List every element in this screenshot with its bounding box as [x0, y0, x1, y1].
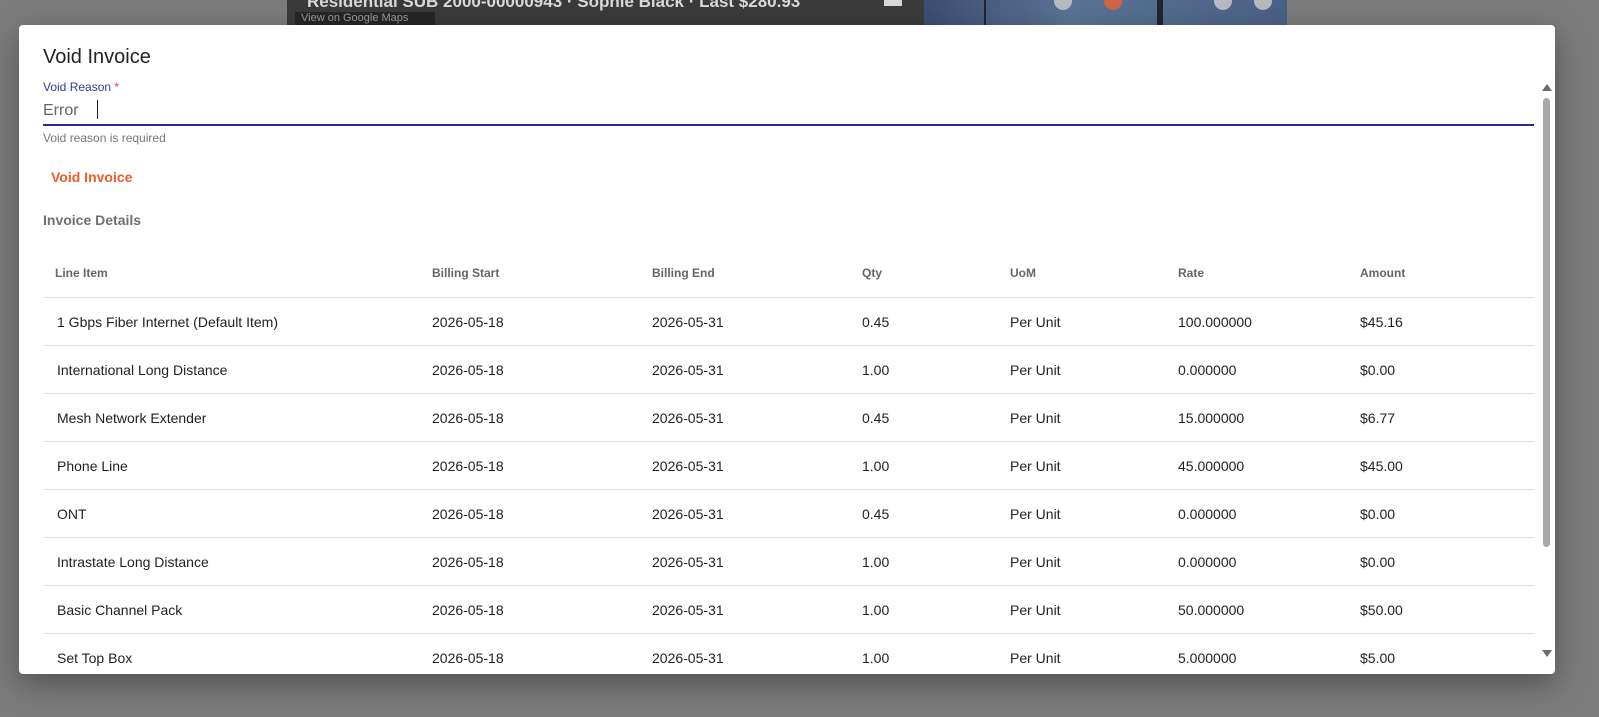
cell-rate: 0.000000: [1178, 537, 1360, 586]
cell-billing-end: 2026-05-31: [652, 585, 862, 634]
void-reason-label-text: Void Reason: [43, 80, 112, 94]
cell-rate: 100.000000: [1178, 297, 1360, 346]
cell-uom: Per Unit: [1010, 489, 1178, 538]
cell-billing-end: 2026-05-31: [652, 297, 862, 346]
cell-line-item: Phone Line: [43, 441, 432, 490]
cell-rate: 0.000000: [1178, 489, 1360, 538]
cell-qty: 1.00: [862, 345, 1010, 394]
table-row: 1 Gbps Fiber Internet (Default Item) 202…: [43, 297, 1534, 346]
cell-amount: $6.77: [1360, 393, 1534, 442]
cell-line-item: Intrastate Long Distance: [43, 537, 432, 586]
column-header-rate[interactable]: Rate: [1178, 249, 1360, 298]
cell-billing-start: 2026-05-18: [432, 537, 652, 586]
cell-uom: Per Unit: [1010, 393, 1178, 442]
column-header-amount[interactable]: Amount: [1360, 249, 1534, 298]
cell-qty: 0.45: [862, 489, 1010, 538]
cell-rate: 0.000000: [1178, 345, 1360, 394]
cell-rate: 50.000000: [1178, 585, 1360, 634]
cell-uom: Per Unit: [1010, 585, 1178, 634]
table-row: Set Top Box 2026-05-18 2026-05-31 1.00 P…: [43, 633, 1534, 674]
scrollbar-thumb[interactable]: [1543, 98, 1550, 547]
invoice-details-heading: Invoice Details: [43, 212, 142, 228]
required-marker: *: [114, 80, 120, 94]
cell-uom: Per Unit: [1010, 297, 1178, 346]
column-header-line-item[interactable]: Line Item: [43, 249, 432, 298]
background-icon: [1214, 0, 1232, 10]
cell-amount: $45.00: [1360, 441, 1534, 490]
cell-line-item: ONT: [43, 489, 432, 538]
cell-amount: $50.00: [1360, 585, 1534, 634]
cell-billing-start: 2026-05-18: [432, 489, 652, 538]
cell-amount: $5.00: [1360, 633, 1534, 674]
background-icon: [1054, 0, 1072, 10]
cell-billing-start: 2026-05-18: [432, 585, 652, 634]
help-icon: [1254, 0, 1272, 10]
cell-qty: 0.45: [862, 393, 1010, 442]
cell-billing-start: 2026-05-18: [432, 441, 652, 490]
dialog-title: Void Invoice: [43, 46, 151, 68]
table-row: Phone Line 2026-05-18 2026-05-31 1.00 Pe…: [43, 441, 1534, 490]
cell-line-item: 1 Gbps Fiber Internet (Default Item): [43, 297, 432, 346]
cell-qty: 1.00: [862, 633, 1010, 674]
cell-billing-end: 2026-05-31: [652, 441, 862, 490]
table-row: International Long Distance 2026-05-18 2…: [43, 345, 1534, 394]
background-header-title: Residential SUB 2000-00000943 · Sophie B…: [307, 0, 801, 11]
cell-uom: Per Unit: [1010, 345, 1178, 394]
background-icon: [1104, 0, 1122, 10]
cell-amount: $0.00: [1360, 489, 1534, 538]
map-link[interactable]: View on Google Maps: [295, 12, 435, 26]
void-reason-label: Void Reason *: [43, 80, 119, 94]
cell-rate: 5.000000: [1178, 633, 1360, 674]
cell-line-item: Mesh Network Extender: [43, 393, 432, 442]
text-caret: [97, 100, 98, 119]
cell-billing-start: 2026-05-18: [432, 633, 652, 674]
cell-billing-end: 2026-05-31: [652, 489, 862, 538]
cell-line-item: International Long Distance: [43, 345, 432, 394]
cell-billing-end: 2026-05-31: [652, 393, 862, 442]
table-row: Intrastate Long Distance 2026-05-18 2026…: [43, 537, 1534, 586]
cell-line-item: Basic Channel Pack: [43, 585, 432, 634]
cell-qty: 1.00: [862, 441, 1010, 490]
column-header-billing-end[interactable]: Billing End: [652, 249, 862, 298]
invoice-details-table: Line Item Billing Start Billing End Qty …: [43, 249, 1534, 674]
column-header-qty[interactable]: Qty: [862, 249, 1010, 298]
cell-line-item: Set Top Box: [43, 633, 432, 674]
cell-uom: Per Unit: [1010, 537, 1178, 586]
scroll-up-arrow-icon[interactable]: [1542, 84, 1552, 91]
cell-qty: 1.00: [862, 537, 1010, 586]
cell-amount: $0.00: [1360, 537, 1534, 586]
cell-amount: $0.00: [1360, 345, 1534, 394]
column-header-billing-start[interactable]: Billing Start: [432, 249, 652, 298]
cell-billing-start: 2026-05-18: [432, 297, 652, 346]
cell-billing-start: 2026-05-18: [432, 345, 652, 394]
void-reason-input[interactable]: [43, 97, 1534, 126]
cell-qty: 1.00: [862, 585, 1010, 634]
table-header-row: Line Item Billing Start Billing End Qty …: [43, 249, 1534, 298]
void-reason-helper-text: Void reason is required: [43, 131, 166, 145]
table-row: ONT 2026-05-18 2026-05-31 0.45 Per Unit …: [43, 489, 1534, 538]
card-icon: [884, 0, 902, 6]
cell-billing-end: 2026-05-31: [652, 537, 862, 586]
cell-uom: Per Unit: [1010, 633, 1178, 674]
void-invoice-dialog: Void Invoice Void Reason * Void reason i…: [19, 25, 1555, 674]
background-map: [924, 0, 1287, 26]
cell-rate: 15.000000: [1178, 393, 1360, 442]
background-header: Residential SUB 2000-00000943 · Sophie B…: [287, 0, 924, 26]
table-row: Mesh Network Extender 2026-05-18 2026-05…: [43, 393, 1534, 442]
cell-billing-start: 2026-05-18: [432, 393, 652, 442]
cell-billing-end: 2026-05-31: [652, 633, 862, 674]
column-header-uom[interactable]: UoM: [1010, 249, 1178, 298]
void-invoice-button[interactable]: Void Invoice: [43, 162, 140, 192]
cell-qty: 0.45: [862, 297, 1010, 346]
cell-rate: 45.000000: [1178, 441, 1360, 490]
cell-uom: Per Unit: [1010, 441, 1178, 490]
cell-amount: $45.16: [1360, 297, 1534, 346]
scroll-down-arrow-icon[interactable]: [1542, 650, 1552, 657]
cell-billing-end: 2026-05-31: [652, 345, 862, 394]
table-row: Basic Channel Pack 2026-05-18 2026-05-31…: [43, 585, 1534, 634]
